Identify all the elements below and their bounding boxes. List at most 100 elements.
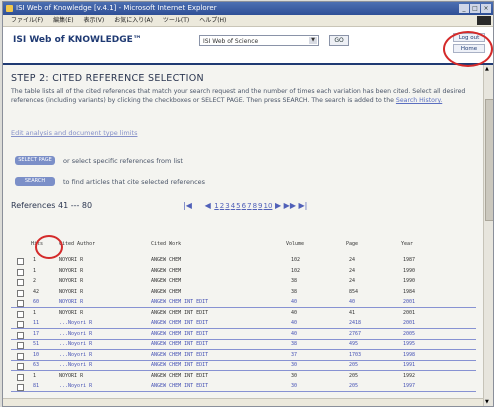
vertical-scrollbar[interactable]: ▲ ▼ [483, 65, 493, 406]
cell-author[interactable]: ...Noyori R [59, 330, 92, 339]
select-page-button[interactable]: SELECT PAGE [15, 156, 55, 165]
cell-work: ANGEW CHEM INT EDIT [151, 309, 209, 316]
table-row: 1 NOYORI R ANGEW CHEM INT EDIT 40 41 2001 [11, 309, 476, 318]
next-ten-pages-icon[interactable]: ▶▶ [284, 201, 296, 210]
cell-hits: 81 [33, 383, 40, 389]
row-checkbox[interactable] [17, 363, 24, 370]
page-link[interactable]: 10 [264, 202, 273, 210]
cell-work[interactable]: ANGEW CHEM INT EDIT [151, 298, 208, 307]
page-link[interactable]: 1 [214, 202, 218, 210]
menu-tools[interactable]: ツール(T) [163, 17, 189, 24]
cell-author[interactable]: ...Noyori R [59, 382, 92, 391]
search-text: to find articles that cite selected refe… [63, 178, 206, 186]
cell-work[interactable]: ANGEW CHEM INT EDIT [151, 340, 208, 349]
cell-page: 24 [349, 278, 356, 284]
cell-work[interactable]: ANGEW CHEM INT EDIT [151, 361, 208, 370]
row-checkbox[interactable] [17, 373, 24, 381]
page-link[interactable]: 4 [231, 202, 235, 210]
cell-author[interactable]: NOYORI R [59, 298, 83, 307]
cell-work[interactable]: ANGEW CHEM INT EDIT [151, 351, 208, 360]
cell-volume: 38 [291, 278, 298, 284]
ie-icon [6, 5, 13, 12]
page-link[interactable]: 2 [220, 202, 224, 210]
menu-edit[interactable]: 編集(E) [53, 17, 73, 24]
menu-help[interactable]: ヘルプ(H) [199, 17, 226, 24]
cell-author[interactable]: ...Noyori R [59, 340, 92, 349]
row-checkbox[interactable] [17, 321, 24, 328]
next-page-icon[interactable]: ▶ [275, 201, 281, 210]
cell-work: ANGEW CHEM [151, 288, 182, 295]
menu-bar: ファイル(F) 編集(E) 表示(V) お気に入り(A) ツール(T) ヘルプ(… [3, 15, 493, 27]
cell-year: 1987 [403, 257, 416, 263]
page-link[interactable]: 3 [225, 202, 229, 210]
menu-file[interactable]: ファイル(F) [11, 17, 43, 24]
brand-logo[interactable]: ISI Web of KNOWLEDGE™ [13, 35, 142, 45]
cell-year: 2001 [403, 299, 416, 305]
cell-author[interactable]: ...Noyori R [59, 351, 92, 360]
row-checkbox[interactable] [17, 268, 24, 276]
cell-year: 1992 [403, 372, 416, 379]
database-select[interactable]: ISI Web of Science ▼ [199, 35, 319, 46]
search-button[interactable]: SEARCH [15, 177, 55, 186]
cell-page: 41 [349, 309, 356, 316]
cell-page: 2767 [349, 330, 362, 337]
table-row: 51 ...Noyori R ANGEW CHEM INT EDIT 38 495 199… [11, 340, 476, 350]
col-cited-author: Cited Author [59, 241, 96, 247]
minimize-icon[interactable]: _ [459, 4, 469, 13]
cell-hits: 51 [33, 341, 40, 347]
last-page-icon[interactable]: ▶| [299, 201, 308, 210]
cell-work[interactable]: ANGEW CHEM INT EDIT [151, 330, 208, 339]
page-link[interactable]: 6 [242, 202, 246, 210]
first-page-icon[interactable]: |◀ [183, 201, 192, 210]
cell-author[interactable]: ...Noyori R [59, 319, 92, 328]
close-icon[interactable]: × [481, 4, 491, 13]
page-title: STEP 2: CITED REFERENCE SELECTION [11, 73, 204, 84]
windows-logo-icon [477, 16, 491, 25]
select-page-text: or select specific references from list [63, 157, 183, 165]
row-checkbox[interactable] [17, 342, 24, 349]
cell-author[interactable]: ...Noyori R [59, 361, 92, 370]
search-history-link[interactable]: Search History. [396, 97, 442, 104]
cell-work[interactable]: ANGEW CHEM INT EDIT [151, 319, 208, 328]
page-link[interactable]: 8 [253, 202, 257, 210]
cell-author: NOYORI R [59, 267, 84, 274]
cell-hits: 1 [33, 267, 37, 274]
row-checkbox[interactable] [17, 289, 24, 297]
row-checkbox[interactable] [17, 310, 24, 318]
cell-hits: 11 [33, 320, 40, 326]
cell-hits: 1 [33, 309, 37, 316]
scroll-up-icon[interactable]: ▲ [485, 66, 489, 72]
menu-favorites[interactable]: お気に入り(A) [114, 17, 153, 24]
row-checkbox[interactable] [17, 384, 24, 391]
back-link[interactable]: Edit analysis and document type limits [11, 129, 137, 137]
row-checkbox[interactable] [17, 258, 24, 265]
cell-volume: 30 [291, 362, 298, 368]
page-link[interactable]: 9 [258, 202, 262, 210]
cell-volume: 102 [291, 267, 301, 274]
col-cited-work: Cited Work [151, 241, 182, 247]
cell-year: 2001 [403, 320, 416, 326]
cell-volume: 38 [291, 341, 298, 347]
annotation-circle [443, 31, 493, 67]
references-range: References 41 --- 80 [11, 201, 93, 210]
maximize-icon[interactable]: □ [470, 4, 480, 13]
scroll-thumb[interactable] [485, 99, 493, 221]
cell-year: 1998 [403, 351, 416, 358]
scroll-down-icon[interactable]: ▼ [485, 399, 489, 405]
table-row: 10 ...Noyori R ANGEW CHEM INT EDIT 37 1703 19… [11, 351, 476, 361]
menu-view[interactable]: 表示(V) [83, 17, 104, 24]
row-checkbox[interactable] [17, 352, 24, 360]
table-row: 2 NOYORI R ANGEW CHEM 38 24 1990 [11, 277, 476, 286]
cell-work: ANGEW CHEM [151, 278, 182, 284]
row-checkbox[interactable] [17, 279, 24, 286]
cell-page: 205 [349, 383, 359, 389]
cell-volume: 40 [291, 309, 298, 316]
page-link[interactable]: 7 [247, 202, 251, 210]
prev-page-icon[interactable]: ◀ [205, 201, 211, 210]
row-checkbox[interactable] [17, 300, 24, 307]
pagination: |◀ ◀ 12345678910 ▶ ▶▶ ▶| [183, 201, 473, 213]
row-checkbox[interactable] [17, 331, 24, 339]
page-link[interactable]: 5 [236, 202, 240, 210]
cell-work[interactable]: ANGEW CHEM INT EDIT [151, 382, 208, 391]
go-button[interactable]: GO [329, 35, 349, 46]
